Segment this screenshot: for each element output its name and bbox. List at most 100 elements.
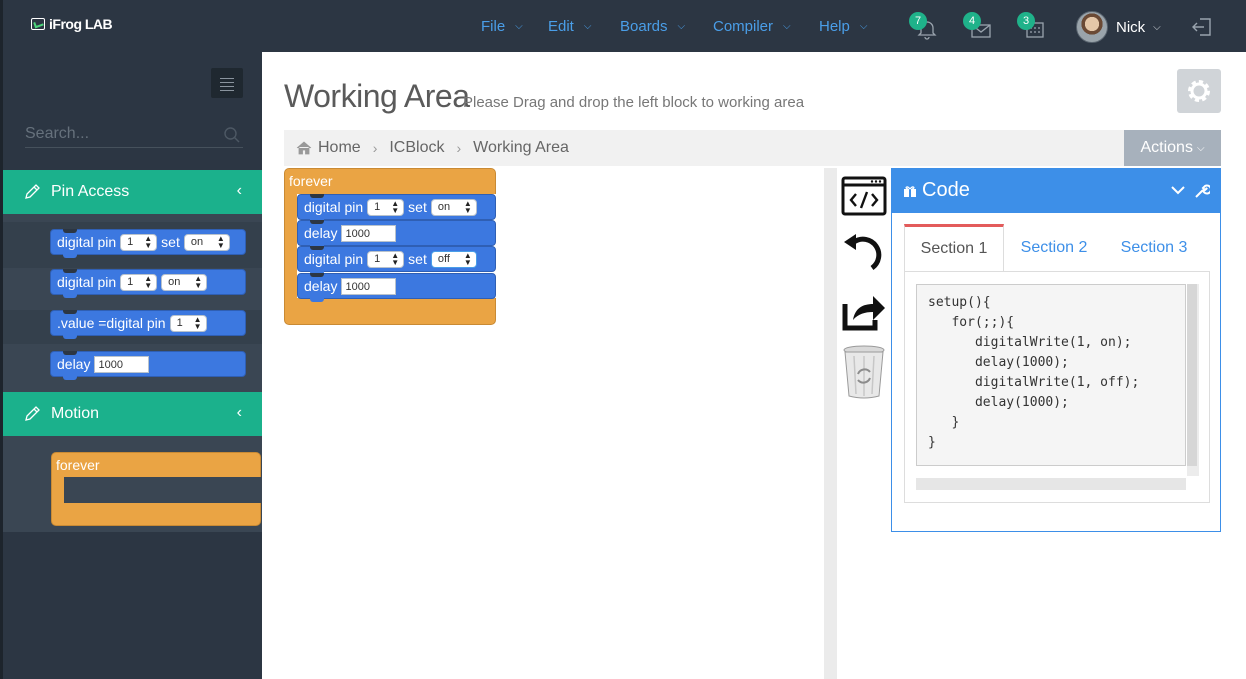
logo-icon — [31, 18, 45, 30]
code-tabs: Section 1 Section 2 Section 3 — [904, 224, 1210, 271]
palette-block-digital-pin-read[interactable]: digital pin 1 ▲ ▼ on ▲ ▼ — [50, 269, 246, 298]
workspace-block-delay[interactable]: delay 1000 — [297, 273, 496, 302]
workspace-scrollbar[interactable] — [824, 168, 837, 679]
user-name: Nick — [1116, 18, 1146, 36]
app-logo[interactable]: iFrog LAB — [31, 16, 113, 32]
breadcrumb-home[interactable]: Home — [318, 139, 361, 157]
menu-edit-label: Edit — [548, 18, 574, 35]
actions-dropdown[interactable]: Actions ⌵ — [1124, 130, 1221, 166]
section-title: Motion — [51, 405, 100, 422]
top-navbar: iFrog LAB File ⌵ Edit ⌵ Boards ⌵ Compile… — [0, 0, 1246, 52]
palette-block-delay[interactable]: delay 1000 — [50, 351, 246, 380]
chevron-down-icon: ⌵ — [583, 21, 592, 32]
collapse-icon[interactable] — [1170, 183, 1186, 197]
pin-value: 1 — [127, 276, 134, 288]
settings-button[interactable] — [1177, 69, 1221, 113]
menu-file[interactable]: File ⌵ — [481, 18, 523, 35]
pin-select[interactable]: 1 ▲ ▼ — [120, 233, 158, 251]
delay-input[interactable]: 1000 — [341, 224, 397, 242]
state-value: on — [190, 236, 204, 248]
updown-icon: ▲ ▼ — [216, 234, 225, 250]
workspace-block-delay[interactable]: delay 1000 — [297, 220, 496, 249]
code-vertical-scrollbar[interactable] — [1187, 284, 1199, 476]
code-panel-title: Code — [922, 179, 970, 201]
pin-value: 1 — [176, 317, 183, 329]
chevron-left-icon: ‹ — [236, 182, 242, 199]
state-select[interactable]: off ▲ ▼ — [430, 250, 477, 268]
tab-section-3[interactable]: Section 3 — [1104, 224, 1204, 271]
breadcrumb-icblock[interactable]: ICBlock — [389, 139, 444, 157]
code-horizontal-scrollbar[interactable] — [916, 478, 1186, 490]
block-label: digital pin — [57, 234, 117, 250]
share-icon[interactable] — [841, 290, 887, 332]
palette-block-value-digital-pin[interactable]: .value =digital pin 1 ▲ ▼ — [50, 310, 246, 339]
block-set-label: set — [161, 234, 180, 250]
chevron-down-icon: ⌵ — [1196, 142, 1205, 154]
notifications-button[interactable]: 7 — [909, 12, 943, 40]
forever-slot — [64, 477, 262, 503]
menu-boards[interactable]: Boards ⌵ — [620, 18, 685, 35]
updown-icon: ▲ ▼ — [144, 234, 153, 250]
state-select[interactable]: on ▲ ▼ — [161, 273, 208, 291]
tab-section-1[interactable]: Section 1 — [904, 224, 1004, 271]
workspace-block-digital-pin-set[interactable]: digital pin 1 ▲ ▼ set on ▲ ▼ — [297, 194, 496, 223]
delay-input[interactable]: 1000 — [341, 277, 397, 295]
block-label: digital pin — [304, 199, 364, 215]
block-set-label: set — [408, 199, 427, 215]
menu-file-label: File — [481, 18, 506, 35]
menu-help[interactable]: Help ⌵ — [819, 18, 867, 35]
palette-block-digital-pin-set[interactable]: digital pin 1 ▲ ▼ set on ▲ ▼ — [50, 229, 246, 258]
actions-label: Actions — [1140, 139, 1193, 156]
updown-icon: ▲ ▼ — [391, 199, 400, 215]
state-select[interactable]: on ▲ ▼ — [183, 233, 230, 251]
workspace-block-digital-pin-set[interactable]: digital pin 1 ▲ ▼ set off ▲ ▼ — [297, 246, 496, 275]
logout-button[interactable] — [1190, 16, 1214, 43]
delay-input[interactable]: 1000 — [94, 355, 150, 373]
logo-text: iFrog LAB — [49, 16, 113, 32]
palette-block-forever[interactable]: forever — [51, 452, 262, 526]
block-label: .value =digital pin — [57, 315, 166, 331]
state-value: off — [437, 253, 450, 265]
sidebar-section-pin-access[interactable]: Pin Access ‹ — [3, 170, 262, 214]
gear-icon — [1188, 80, 1210, 102]
updown-icon: ▲ ▼ — [463, 251, 472, 267]
chevron-down-icon: ⌵ — [783, 21, 791, 32]
trash-icon[interactable] — [842, 344, 886, 400]
section-title: Pin Access — [51, 183, 130, 200]
search-input[interactable] — [25, 122, 215, 146]
tab-section-2[interactable]: Section 2 — [1004, 224, 1104, 271]
menu-edit[interactable]: Edit ⌵ — [548, 18, 591, 35]
code-editor[interactable]: setup(){ for(;;){ digitalWrite(1, on); d… — [916, 284, 1186, 466]
tasks-button[interactable]: 3 — [1017, 12, 1051, 40]
state-select[interactable]: on ▲ ▼ — [430, 198, 477, 216]
block-set-label: set — [408, 251, 427, 267]
app-root: iFrog LAB File ⌵ Edit ⌵ Boards ⌵ Compile… — [0, 0, 1246, 679]
wrench-icon[interactable] — [1194, 183, 1210, 199]
menu-compiler[interactable]: Compiler ⌵ — [713, 18, 791, 35]
user-menu[interactable]: Nick ⌵ — [1076, 11, 1161, 43]
sidebar-section-motion[interactable]: Motion ‹ — [3, 392, 262, 436]
chevron-down-icon: ⌵ — [1153, 21, 1161, 33]
pin-select[interactable]: 1 ▲ ▼ — [120, 273, 158, 291]
block-label: forever — [289, 173, 333, 189]
block-label: delay — [304, 225, 338, 241]
block-label: digital pin — [304, 251, 364, 267]
logout-icon — [1192, 18, 1211, 36]
block-label: delay — [304, 278, 338, 294]
search-icon[interactable] — [223, 126, 241, 144]
pin-select[interactable]: 1 ▲ ▼ — [169, 314, 207, 332]
pin-select[interactable]: 1 ▲ ▼ — [367, 198, 405, 216]
undo-icon[interactable] — [842, 232, 886, 272]
hamburger-line — [220, 86, 234, 87]
code-view-icon[interactable] — [841, 176, 887, 216]
breadcrumb-separator: › — [456, 140, 462, 156]
menu-boards-label: Boards — [620, 18, 668, 35]
menu-help-label: Help — [819, 18, 850, 35]
pin-select[interactable]: 1 ▲ ▼ — [367, 250, 405, 268]
sidebar-toggle-button[interactable] — [211, 68, 243, 98]
messages-button[interactable]: 4 — [963, 12, 997, 40]
chevron-down-icon: ⌵ — [515, 21, 523, 32]
chevron-down-icon: ⌵ — [677, 21, 686, 32]
hamburger-line — [220, 90, 234, 91]
workspace-toolbar — [838, 168, 890, 679]
